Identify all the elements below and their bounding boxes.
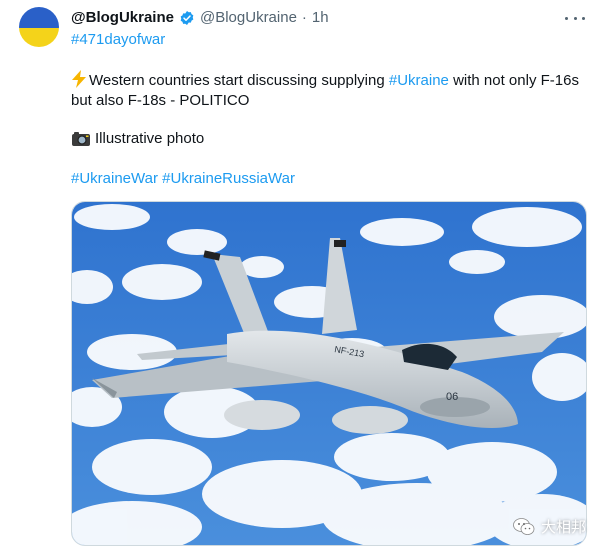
more-dot: [565, 16, 568, 20]
handle[interactable]: @BlogUkraine: [200, 9, 297, 26]
more-dot: [573, 16, 577, 20]
wechat-watermark: 大相邦: [513, 516, 586, 537]
more-dot: [582, 16, 585, 20]
tweet-photo[interactable]: NF-213 06: [71, 201, 587, 546]
photo-caption: Illustrative photo: [95, 130, 205, 147]
hashtag-link[interactable]: #UkraineRussiaWar: [162, 170, 295, 187]
fighter-jet-photo: NF-213 06: [72, 202, 586, 545]
hashtag-list: #UkraineWar #UkraineRussiaWar: [71, 170, 295, 187]
tweet-text: Western countries start discussing suppl…: [71, 70, 591, 111]
hashtag-link[interactable]: #471dayofwar: [71, 31, 165, 48]
wechat-logo-icon: [513, 517, 535, 535]
tweet-body-part1: Western countries start discussing suppl…: [89, 72, 389, 89]
display-name[interactable]: @BlogUkraine: [71, 9, 174, 26]
hashtag-link[interactable]: #UkraineWar: [71, 170, 158, 187]
avatar[interactable]: [19, 7, 59, 47]
nose-number-text: 06: [446, 391, 458, 403]
timestamp[interactable]: 1h: [312, 9, 329, 26]
camera-flash-emoji-icon: [72, 131, 90, 146]
watermark-label: 大相邦: [541, 519, 587, 536]
tweet-card: @BlogUkraine @BlogUkraine · 1h #471dayof…: [0, 0, 607, 555]
hashtag-link[interactable]: #Ukraine: [389, 72, 449, 89]
verified-badge-icon: [179, 10, 195, 26]
tweet-header: @BlogUkraine @BlogUkraine · 1h: [71, 9, 329, 26]
separator-dot: ·: [301, 9, 307, 26]
high-voltage-emoji-icon: [72, 70, 86, 88]
more-options-icon[interactable]: [565, 10, 585, 26]
photo-caption-line: Illustrative photo: [71, 130, 204, 147]
